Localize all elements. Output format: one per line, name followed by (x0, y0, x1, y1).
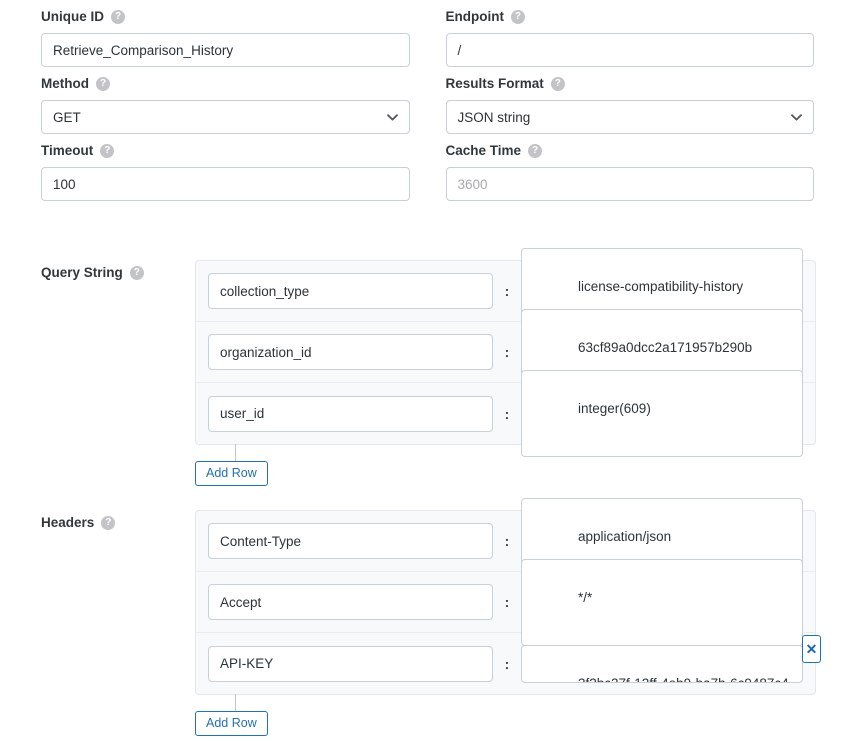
method-select[interactable]: GET (41, 100, 410, 134)
chevron-down-icon (386, 113, 398, 121)
api-connector-form: Unique ID ? Retrieve_Comparison_History … (0, 0, 854, 741)
table-row: API-KEY : 3f2bc37f-12ff-4eb9-ba7b-6c9487… (196, 633, 821, 694)
header-key-input[interactable]: Content-Type (208, 523, 493, 559)
results-format-value: JSON string (457, 109, 531, 125)
question-mark-icon[interactable]: ? (129, 266, 144, 280)
label-headers: Headers ? (41, 515, 191, 531)
query-value-text: 63cf89a0dcc2a171957b290b (578, 339, 753, 355)
query-key-value: organization_id (220, 344, 312, 360)
query-key-value: user_id (220, 406, 265, 421)
header-value-text: */* (578, 589, 593, 605)
field-unique-id: Unique ID ? Retrieve_Comparison_History (41, 9, 410, 67)
label-query-string: Query String ? (41, 265, 191, 281)
delete-row-button[interactable]: ✕ (802, 634, 821, 663)
table-row: Accept : */* (196, 558, 815, 646)
field-cache-time: Cache Time ? 3600 (445, 143, 815, 201)
add-row-button-headers[interactable]: Add Row (195, 711, 268, 736)
endpoint-input[interactable]: / (445, 33, 814, 67)
connector-line (235, 694, 236, 711)
label-timeout: Timeout ? (41, 143, 410, 159)
question-mark-icon[interactable]: ? (100, 144, 115, 158)
header-key-value: Content-Type (220, 533, 302, 549)
method-value: GET (53, 109, 81, 125)
headers-rows: Content-Type : application/json Accept:… (195, 497, 821, 695)
connector-line (235, 444, 236, 461)
header-key-value: API-KEY (220, 656, 274, 671)
unique-id-input[interactable]: Retrieve_Comparison_History (41, 33, 410, 67)
question-mark-icon[interactable]: ? (96, 77, 110, 91)
endpoint-value: / (457, 42, 462, 58)
unique-id-value: Retrieve_Comparison_History (53, 42, 234, 58)
label-method: Method ? (41, 76, 410, 92)
label-text: Method (41, 76, 89, 91)
query-key-input[interactable]: organization_id (208, 334, 493, 370)
query-value-text: integer(609) (578, 401, 651, 416)
table-row: user_id : integer(609) (196, 370, 815, 457)
question-mark-icon[interactable]: ? (550, 77, 565, 91)
results-format-select[interactable]: JSON string (445, 100, 814, 134)
label-text: Results Format (445, 76, 544, 91)
label-text: Endpoint (445, 9, 504, 24)
field-results-format: Results Format ? JSON string (445, 76, 815, 134)
label-text: Unique ID (41, 9, 104, 24)
label-text: Cache Time (445, 143, 522, 158)
header-key-input[interactable]: API-KEY (208, 645, 493, 682)
query-key-input[interactable]: collection_type (208, 273, 493, 309)
form-row-2: Method ? GET Results Format ? JSON strin… (41, 76, 814, 143)
label-text: Query String (41, 265, 123, 280)
label-results-format: Results Format ? (446, 76, 815, 92)
query-value-text: license-compatibility-history (578, 278, 744, 294)
cache-time-input[interactable]: 3600 (445, 167, 814, 201)
key-value-separator: : (504, 344, 510, 360)
query-key-value: collection_type (220, 283, 310, 299)
resize-handle-icon[interactable] (791, 672, 800, 681)
label-text: Timeout (41, 143, 94, 158)
key-value-separator: : (504, 655, 510, 672)
basic-settings-grid: Unique ID ? Retrieve_Comparison_History … (41, 9, 814, 210)
chevron-down-icon (791, 113, 802, 121)
header-key-value: Accept (220, 594, 262, 610)
cache-time-placeholder: 3600 (457, 176, 488, 192)
key-value-separator: : (504, 283, 510, 299)
label-unique-id: Unique ID ? (41, 9, 410, 25)
label-text: Headers (41, 515, 95, 530)
query-string-rows: collection_type : license-compatibility-… (195, 247, 816, 457)
key-value-separator: : (504, 405, 510, 422)
question-mark-icon[interactable]: ? (101, 516, 116, 530)
header-key-input[interactable]: Accept (208, 584, 493, 620)
resize-handle-icon[interactable] (791, 446, 800, 455)
key-value-separator: : (504, 594, 510, 610)
header-value-input[interactable]: 3f2bc37f-12ff-4eb9-ba7b-6c9487c48c59 (521, 644, 803, 683)
timeout-value: 100 (53, 176, 76, 192)
question-mark-icon[interactable]: ? (510, 10, 525, 24)
label-endpoint: Endpoint ? (446, 9, 815, 25)
query-value-input[interactable]: integer(609) (521, 370, 803, 457)
question-mark-icon[interactable]: ? (528, 144, 543, 158)
timeout-input[interactable]: 100 (41, 167, 410, 201)
form-row-1: Unique ID ? Retrieve_Comparison_History … (41, 9, 814, 76)
add-row-button-query-string[interactable]: Add Row (195, 461, 268, 486)
label-cache-time: Cache Time ? (446, 143, 815, 159)
field-endpoint: Endpoint ? / (445, 9, 815, 67)
question-mark-icon[interactable]: ? (111, 10, 125, 24)
query-key-input[interactable]: user_id (208, 395, 493, 432)
header-value-text: 3f2bc37f-12ff-4eb9-ba7b-6c9487c48c59 (533, 676, 789, 682)
form-row-3: Timeout ? 100 Cache Time ? 3600 (41, 143, 814, 210)
header-value-text: application/json (578, 528, 672, 544)
field-timeout: Timeout ? 100 (41, 143, 410, 201)
key-value-separator: : (504, 533, 510, 549)
field-method: Method ? GET (41, 76, 410, 134)
